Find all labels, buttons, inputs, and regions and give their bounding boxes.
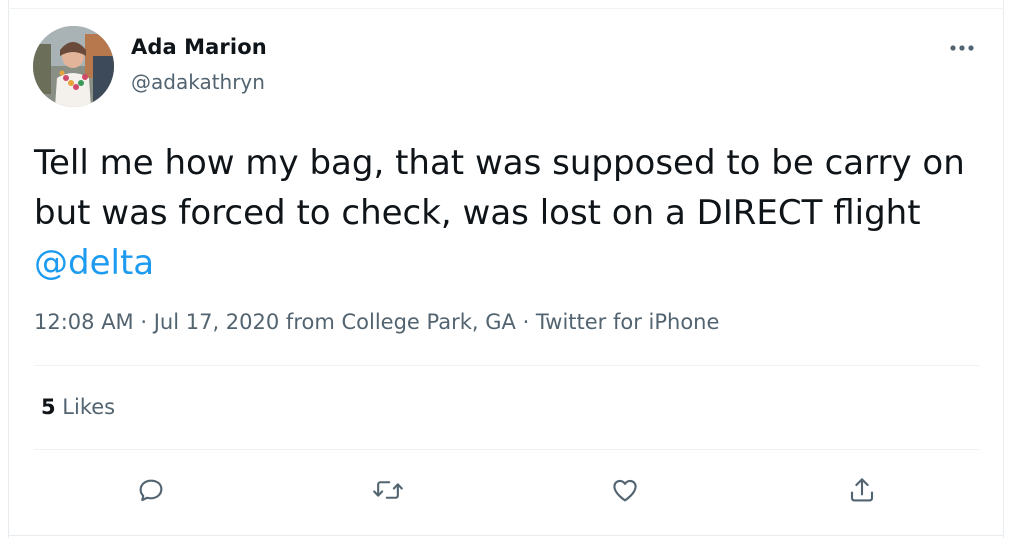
- meta-separator-2: ·: [515, 310, 536, 334]
- tweet-metadata: 12:08 AM · Jul 17, 2020 from College Par…: [34, 310, 719, 334]
- location-prefix: from: [279, 310, 342, 334]
- tweet-source[interactable]: Twitter for iPhone: [536, 310, 720, 334]
- card-border-right: [1003, 0, 1004, 538]
- card-border-top: [8, 8, 1004, 9]
- more-dots-icon: [950, 45, 974, 51]
- card-border-left: [8, 0, 9, 538]
- likes-count-link[interactable]: 5 Likes: [41, 395, 115, 419]
- tweet-card: Ada Marion @adakathryn Tell me how my ba…: [0, 0, 1024, 538]
- tweet-date[interactable]: Jul 17, 2020: [154, 310, 280, 334]
- tweet-body: Tell me how my bag, that was supposed to…: [34, 143, 965, 233]
- divider: [34, 449, 979, 450]
- tweet-text: Tell me how my bag, that was supposed to…: [34, 138, 984, 288]
- divider: [34, 365, 979, 366]
- reply-button[interactable]: [131, 470, 171, 510]
- retweet-button[interactable]: [368, 470, 408, 510]
- tweet-location[interactable]: College Park, GA: [341, 310, 515, 334]
- like-button[interactable]: [605, 470, 645, 510]
- display-name[interactable]: Ada Marion: [131, 35, 267, 59]
- reply-icon: [139, 479, 163, 502]
- share-button[interactable]: [842, 470, 882, 510]
- mention-link[interactable]: @delta: [34, 243, 154, 283]
- avatar[interactable]: [33, 26, 114, 107]
- share-icon: [850, 478, 874, 502]
- avatar-photo: [33, 26, 114, 107]
- likes-count: 5: [41, 395, 56, 419]
- heart-icon: [613, 479, 637, 502]
- user-handle[interactable]: @adakathryn: [131, 70, 265, 94]
- tweet-time[interactable]: 12:08 AM: [34, 310, 134, 334]
- more-options-button[interactable]: [944, 34, 980, 62]
- meta-separator-1: ·: [133, 310, 154, 334]
- card-border-bottom: [8, 535, 1004, 536]
- retweet-icon: [373, 481, 403, 499]
- likes-label: Likes: [55, 395, 116, 419]
